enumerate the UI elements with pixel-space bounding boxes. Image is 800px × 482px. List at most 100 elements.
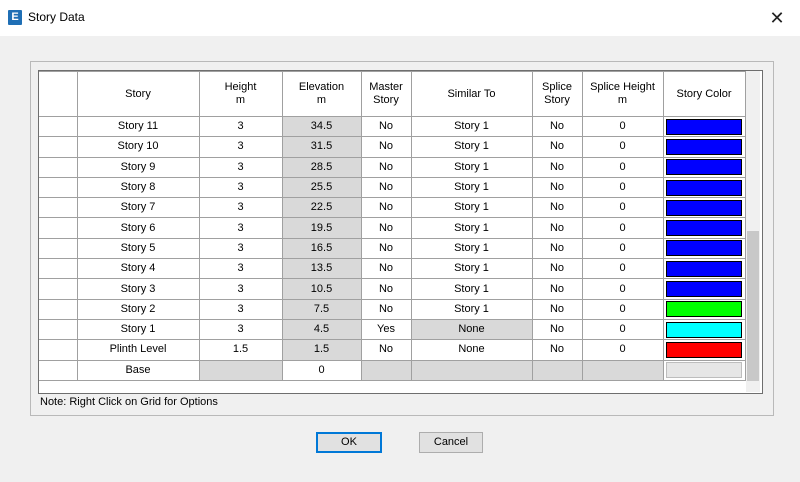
- table-row[interactable]: Story 10 3 31.5 No Story 1 No 0: [39, 136, 746, 158]
- cell-similar[interactable]: Story 1: [410, 217, 533, 239]
- cell-splice-height[interactable]: 0: [581, 136, 664, 158]
- row-header[interactable]: [39, 258, 78, 280]
- cell-story-color[interactable]: [662, 176, 746, 199]
- row-header[interactable]: [39, 359, 78, 381]
- ok-button[interactable]: OK: [316, 432, 382, 453]
- table-row[interactable]: Story 5 3 16.5 No Story 1 No 0: [39, 237, 746, 260]
- table-row[interactable]: Story 1 3 4.5 Yes None No 0: [39, 318, 746, 341]
- cell-splice[interactable]: No: [531, 278, 583, 300]
- cell-master[interactable]: No: [360, 197, 412, 219]
- row-header[interactable]: [39, 237, 78, 260]
- scrollbar-thumb[interactable]: [747, 231, 759, 381]
- cell-elevation[interactable]: 34.5: [281, 115, 362, 138]
- cell-splice-height[interactable]: 0: [581, 217, 664, 239]
- cell-master[interactable]: No: [360, 176, 412, 199]
- color-swatch[interactable]: [666, 362, 742, 379]
- cell-elevation[interactable]: 13.5: [281, 258, 362, 280]
- cell-splice[interactable]: No: [531, 197, 583, 219]
- cell-story-color[interactable]: [662, 115, 746, 138]
- cell-story-color[interactable]: [662, 136, 746, 158]
- cell-master[interactable]: No: [360, 298, 412, 320]
- cell-height[interactable]: [198, 359, 283, 381]
- cell-splice-height[interactable]: 0: [581, 176, 664, 199]
- cell-master[interactable]: No: [360, 278, 412, 300]
- cell-splice-height[interactable]: 0: [581, 318, 664, 341]
- cell-similar[interactable]: Story 1: [410, 197, 533, 219]
- cell-master[interactable]: No: [360, 156, 412, 178]
- row-header[interactable]: [39, 176, 78, 199]
- cell-splice-height[interactable]: 0: [581, 278, 664, 300]
- cell-similar[interactable]: Story 1: [410, 136, 533, 158]
- table-row[interactable]: Story 8 3 25.5 No Story 1 No 0: [39, 176, 746, 199]
- cell-elevation[interactable]: 4.5: [281, 318, 362, 341]
- close-button[interactable]: ✕: [754, 0, 800, 36]
- cell-story[interactable]: Story 7: [76, 197, 200, 219]
- cell-splice-height[interactable]: 0: [581, 258, 664, 280]
- table-row[interactable]: Story 6 3 19.5 No Story 1 No 0: [39, 217, 746, 239]
- cell-height[interactable]: 3: [198, 318, 283, 341]
- cell-splice-height[interactable]: 0: [581, 197, 664, 219]
- cell-splice[interactable]: [531, 359, 583, 381]
- cell-height[interactable]: 3: [198, 197, 283, 219]
- cell-height[interactable]: 3: [198, 156, 283, 178]
- cell-elevation[interactable]: 28.5: [281, 156, 362, 178]
- cell-similar[interactable]: Story 1: [410, 115, 533, 138]
- row-header[interactable]: [39, 278, 78, 300]
- cell-splice[interactable]: No: [531, 217, 583, 239]
- cell-splice[interactable]: No: [531, 318, 583, 341]
- cell-similar[interactable]: Story 1: [410, 278, 533, 300]
- cell-height[interactable]: 3: [198, 115, 283, 138]
- row-header[interactable]: [39, 339, 78, 361]
- cell-splice-height[interactable]: 0: [581, 237, 664, 260]
- cell-story-color[interactable]: [662, 318, 746, 341]
- column-header[interactable]: Similar To: [410, 71, 533, 117]
- color-swatch[interactable]: [666, 301, 742, 318]
- row-header[interactable]: [39, 115, 78, 138]
- cell-height[interactable]: 3: [198, 176, 283, 199]
- color-swatch[interactable]: [666, 321, 742, 338]
- cell-splice[interactable]: No: [531, 156, 583, 178]
- column-header[interactable]: Story: [76, 71, 200, 117]
- cell-similar[interactable]: None: [410, 339, 533, 361]
- cell-elevation[interactable]: 25.5: [281, 176, 362, 199]
- table-row[interactable]: Plinth Level 1.5 1.5 No None No 0: [39, 339, 746, 361]
- cell-height[interactable]: 3: [198, 136, 283, 158]
- cell-story[interactable]: Story 2: [76, 298, 200, 320]
- cell-story-color[interactable]: [662, 197, 746, 219]
- cell-story[interactable]: Story 8: [76, 176, 200, 199]
- cell-elevation[interactable]: 31.5: [281, 136, 362, 158]
- column-header[interactable]: Master Story: [360, 71, 412, 117]
- cell-height[interactable]: 3: [198, 278, 283, 300]
- cell-similar[interactable]: Story 1: [410, 237, 533, 260]
- cell-master[interactable]: No: [360, 237, 412, 260]
- table-row[interactable]: Story 11 3 34.5 No Story 1 No 0: [39, 115, 746, 138]
- color-swatch[interactable]: [666, 159, 742, 176]
- cell-story-color[interactable]: [662, 237, 746, 260]
- color-swatch[interactable]: [666, 260, 742, 277]
- cell-elevation[interactable]: 22.5: [281, 197, 362, 219]
- cell-story[interactable]: Base: [76, 359, 200, 381]
- color-swatch[interactable]: [666, 281, 742, 298]
- cell-story-color[interactable]: [662, 339, 746, 361]
- cell-story[interactable]: Story 5: [76, 237, 200, 260]
- table-row[interactable]: Story 4 3 13.5 No Story 1 No 0: [39, 258, 746, 280]
- cell-story-color[interactable]: [662, 217, 746, 239]
- row-header[interactable]: [39, 156, 78, 178]
- cell-story-color[interactable]: [662, 359, 746, 381]
- cell-splice[interactable]: No: [531, 136, 583, 158]
- table-row[interactable]: Base 0: [39, 359, 746, 381]
- cell-elevation[interactable]: 10.5: [281, 278, 362, 300]
- color-swatch[interactable]: [666, 220, 742, 237]
- cell-master[interactable]: No: [360, 115, 412, 138]
- cell-master[interactable]: No: [360, 258, 412, 280]
- cell-story[interactable]: Story 9: [76, 156, 200, 178]
- row-header[interactable]: [39, 217, 78, 239]
- cell-splice[interactable]: No: [531, 115, 583, 138]
- color-swatch[interactable]: [666, 118, 742, 135]
- cell-similar[interactable]: Story 1: [410, 156, 533, 178]
- cell-master[interactable]: No: [360, 339, 412, 361]
- cell-story[interactable]: Plinth Level: [76, 339, 200, 361]
- table-row[interactable]: Story 3 3 10.5 No Story 1 No 0: [39, 278, 746, 300]
- cell-master[interactable]: No: [360, 136, 412, 158]
- cell-splice-height[interactable]: 0: [581, 115, 664, 138]
